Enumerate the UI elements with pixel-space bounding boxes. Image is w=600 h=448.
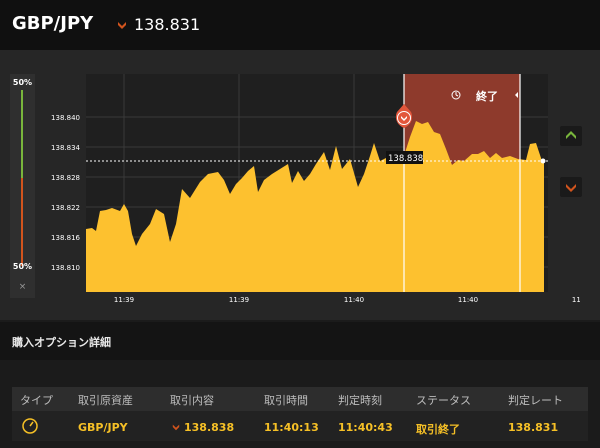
end-label: 終了 xyxy=(476,89,498,103)
row-rate: 138.831 xyxy=(508,421,559,434)
gauge-up-bar xyxy=(21,90,23,178)
x-tick: 11:39 xyxy=(114,296,134,304)
high-button[interactable] xyxy=(560,126,582,146)
sentiment-gauge: 50% 50% × xyxy=(10,74,35,298)
col-trade-time: 取引時間 xyxy=(264,394,308,407)
x-tick: 11:41 xyxy=(572,296,580,304)
entry-rate-label: 138.838 xyxy=(388,154,423,164)
y-tick: 138.834 xyxy=(51,144,80,152)
row-judge-time: 11:40:43 xyxy=(338,421,393,434)
x-tick: 11:40 xyxy=(344,296,364,304)
y-axis: 138.840 138.834 138.828 138.822 138.816 … xyxy=(51,114,80,272)
gauge-up-percent: 50% xyxy=(12,78,33,87)
current-rate: 138.831 xyxy=(134,15,201,34)
down-arrow-icon xyxy=(118,22,126,29)
row-asset: GBP/JPY xyxy=(78,421,128,434)
row-status: 取引終了 xyxy=(416,423,460,436)
col-content: 取引内容 xyxy=(170,394,214,407)
col-asset: 取引原資産 xyxy=(78,394,133,407)
y-tick: 138.816 xyxy=(51,234,80,242)
y-tick: 138.822 xyxy=(51,204,80,212)
up-arrow-icon xyxy=(566,131,576,139)
y-tick: 138.828 xyxy=(51,174,80,182)
gauge-down-bar xyxy=(21,178,23,266)
options-table: タイプ 取引原資産 取引内容 取引時間 判定時刻 ステータス 判定レート GBP… xyxy=(0,362,600,448)
x-tick: 11:39 xyxy=(229,296,249,304)
down-arrow-icon xyxy=(172,424,180,431)
header-bar: GBP/JPY 138.831 xyxy=(0,0,600,50)
col-status: ステータス xyxy=(416,394,471,407)
x-tick: 11:40 xyxy=(458,296,478,304)
low-button[interactable] xyxy=(560,177,582,197)
gauge-down-percent: 50% xyxy=(12,262,33,271)
x-axis: 11:39 11:39 11:40 11:40 11:41 xyxy=(114,296,580,304)
y-tick: 138.810 xyxy=(51,264,80,272)
price-chart: 終了 138.838 138.840 138.834 138.828 138.8… xyxy=(51,74,580,304)
section-title: 購入オプション詳細 xyxy=(12,336,111,349)
current-point xyxy=(540,158,546,164)
col-type: タイプ xyxy=(20,394,53,407)
table-header: タイプ 取引原資産 取引内容 取引時間 判定時刻 ステータス 判定レート xyxy=(12,387,588,411)
purchase-details-bar: 購入オプション詳細 xyxy=(0,322,600,360)
col-rate: 判定レート xyxy=(508,394,563,407)
currency-pair-title: GBP/JPY xyxy=(12,13,94,34)
y-tick: 138.840 xyxy=(51,114,80,122)
timer-icon xyxy=(22,418,38,434)
col-judge-time: 判定時刻 xyxy=(338,394,382,407)
row-trade-time: 11:40:13 xyxy=(264,421,319,434)
close-icon[interactable]: × xyxy=(10,282,35,292)
table-row[interactable]: GBP/JPY 138.838 11:40:13 11:40:43 取引終了 1… xyxy=(12,411,588,441)
row-content: 138.838 xyxy=(184,421,235,434)
down-arrow-icon xyxy=(566,184,576,192)
